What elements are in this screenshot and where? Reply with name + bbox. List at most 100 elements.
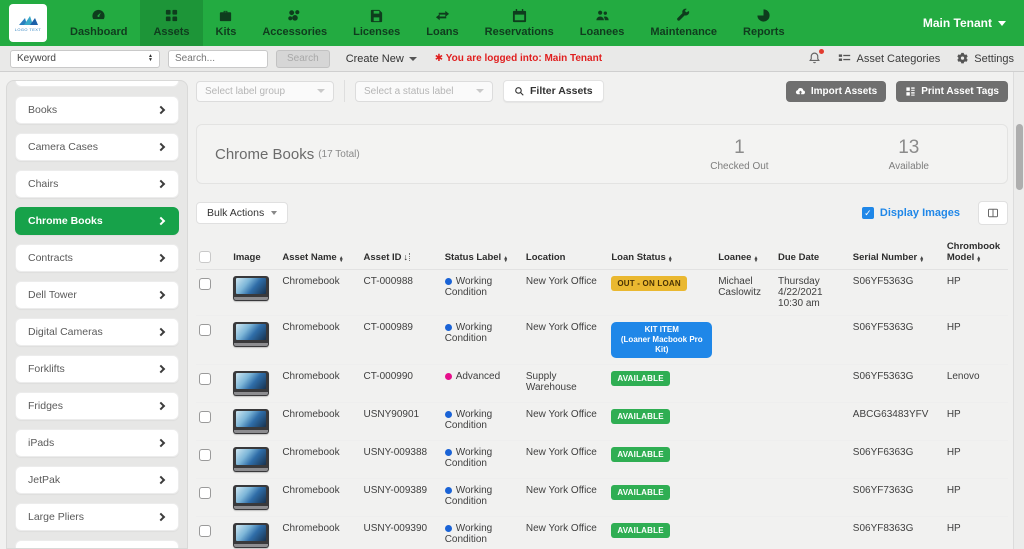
vertical-scrollbar[interactable] bbox=[1013, 72, 1024, 549]
asset-thumbnail[interactable] bbox=[233, 447, 269, 472]
asset-thumbnail[interactable] bbox=[233, 485, 269, 510]
asset-thumbnail[interactable] bbox=[233, 322, 269, 347]
table-row[interactable]: Chromebook CT-000988 Working Condition N… bbox=[196, 270, 1008, 316]
notifications-bell-button[interactable] bbox=[808, 51, 822, 66]
settings-button[interactable]: Settings bbox=[956, 52, 1014, 65]
col-model[interactable]: Chrombook Model▲▼ bbox=[944, 237, 1008, 270]
status-dot bbox=[445, 373, 452, 380]
row-checkbox[interactable] bbox=[199, 278, 211, 290]
loan-status-badge: AVAILABLE bbox=[611, 447, 669, 462]
status-label-select[interactable]: Select a status label bbox=[355, 81, 493, 102]
cell-asset-name[interactable]: Chromebook bbox=[279, 517, 360, 549]
sidebar-item-digital-cameras[interactable]: Digital Cameras bbox=[15, 318, 179, 346]
table-row[interactable]: Chromebook USNY-009390 Working Condition… bbox=[196, 517, 1008, 549]
nav-item-licenses[interactable]: Licenses bbox=[340, 0, 413, 46]
asset-thumbnail[interactable] bbox=[233, 371, 269, 396]
row-checkbox[interactable] bbox=[199, 525, 211, 537]
table-row[interactable]: Chromebook USNY90901 Working Condition N… bbox=[196, 403, 1008, 441]
cell-asset-id: USNY90901 bbox=[361, 403, 442, 441]
col-asset-id[interactable]: Asset ID↓ bbox=[361, 237, 442, 270]
nav-item-maintenance[interactable]: Maintenance bbox=[637, 0, 730, 46]
sidebar-item-fridges[interactable]: Fridges bbox=[15, 392, 179, 420]
cell-asset-name[interactable]: Chromebook bbox=[279, 365, 360, 403]
chevron-right-icon bbox=[157, 439, 165, 447]
col-loanee[interactable]: Loanee▲▼ bbox=[715, 237, 775, 270]
sidebar-item-books[interactable]: Books bbox=[15, 96, 179, 124]
nav-item-dashboard[interactable]: Dashboard bbox=[57, 0, 140, 46]
sidebar-item-chairs[interactable]: Chairs bbox=[15, 170, 179, 198]
cell-model: HP bbox=[944, 403, 1008, 441]
col-status-label[interactable]: Status Label▲▼ bbox=[442, 237, 523, 270]
row-checkbox[interactable] bbox=[199, 373, 211, 385]
cell-status: Working Condition bbox=[442, 270, 523, 316]
column-settings-button[interactable] bbox=[978, 201, 1008, 225]
sidebar-item-chrome-books[interactable]: Chrome Books bbox=[15, 207, 179, 235]
create-new-dropdown[interactable]: Create New bbox=[346, 53, 417, 65]
display-images-label: Display Images bbox=[880, 207, 960, 219]
maintenance-icon bbox=[676, 8, 691, 23]
asset-categories-button[interactable]: Asset Categories bbox=[838, 52, 940, 65]
cell-asset-name[interactable]: Chromebook bbox=[279, 403, 360, 441]
nav-item-loans[interactable]: Loans bbox=[413, 0, 471, 46]
table-header-row: Image Asset Name▲▼ Asset ID↓ Status Labe… bbox=[196, 237, 1008, 270]
sidebar-item-large-pliers[interactable]: Large Pliers bbox=[15, 503, 179, 531]
checkbox-checked-icon[interactable]: ✓ bbox=[862, 207, 874, 219]
row-checkbox[interactable] bbox=[199, 449, 211, 461]
filter-assets-button[interactable]: Filter Assets bbox=[503, 80, 604, 102]
cell-location: New York Office bbox=[523, 517, 608, 549]
table-row[interactable]: Chromebook CT-000990 Advanced Supply War… bbox=[196, 365, 1008, 403]
bulk-actions-button[interactable]: Bulk Actions bbox=[196, 202, 288, 224]
row-checkbox[interactable] bbox=[199, 324, 211, 336]
col-loan-status[interactable]: Loan Status▲▼ bbox=[608, 237, 715, 270]
logged-in-banner: ✱ You are logged into: Main Tenant bbox=[435, 53, 602, 64]
row-checkbox[interactable] bbox=[199, 487, 211, 499]
sort-icon: ▲▼ bbox=[668, 257, 673, 263]
nav-item-reports[interactable]: Reports bbox=[730, 0, 798, 46]
label-group-select[interactable]: Select label group bbox=[196, 81, 334, 102]
nav-item-accessories[interactable]: Accessories bbox=[249, 0, 340, 46]
sidebar-item-ipads[interactable]: iPads bbox=[15, 429, 179, 457]
table-row[interactable]: Chromebook CT-000989 Working Condition N… bbox=[196, 316, 1008, 365]
search-button[interactable]: Search bbox=[276, 50, 330, 68]
display-images-toggle[interactable]: ✓ Display Images bbox=[862, 207, 960, 219]
cell-asset-name[interactable]: Chromebook bbox=[279, 479, 360, 517]
asset-thumbnail[interactable] bbox=[233, 276, 269, 301]
cell-location: Supply Warehouse bbox=[523, 365, 608, 403]
print-asset-tags-button[interactable]: Print Asset Tags bbox=[896, 81, 1008, 102]
scrollbar-thumb[interactable] bbox=[1016, 124, 1023, 190]
col-asset-name[interactable]: Asset Name▲▼ bbox=[279, 237, 360, 270]
sidebar-item-jetpak[interactable]: JetPak bbox=[15, 466, 179, 494]
sidebar-item-contracts[interactable]: Contracts bbox=[15, 244, 179, 272]
app-logo[interactable]: LOGO TEXT bbox=[9, 4, 47, 42]
nav-item-kits[interactable]: Kits bbox=[203, 0, 250, 46]
cell-asset-name[interactable]: Chromebook bbox=[279, 316, 360, 365]
asset-thumbnail[interactable] bbox=[233, 409, 269, 434]
cell-asset-name[interactable]: Chromebook bbox=[279, 441, 360, 479]
sidebar-item-camera-cases[interactable]: Camera Cases bbox=[15, 133, 179, 161]
nav-item-assets[interactable]: Assets bbox=[140, 0, 202, 46]
chevron-down-icon bbox=[409, 57, 417, 61]
nav-item-loanees[interactable]: Loanees bbox=[567, 0, 638, 46]
sidebar-item-dell-tower[interactable]: Dell Tower bbox=[15, 281, 179, 309]
nav-item-reservations[interactable]: Reservations bbox=[472, 0, 567, 46]
select-all-checkbox[interactable] bbox=[199, 251, 211, 263]
cell-model: Lenovo bbox=[944, 365, 1008, 403]
keyword-select[interactable]: Keyword ▲▼ bbox=[10, 50, 160, 68]
tenant-selector[interactable]: Main Tenant bbox=[923, 0, 1024, 46]
chevron-right-icon bbox=[157, 254, 165, 262]
table-row[interactable]: Chromebook USNY-009388 Working Condition… bbox=[196, 441, 1008, 479]
sidebar-item-forklifts[interactable]: Forklifts bbox=[15, 355, 179, 383]
status-dot bbox=[445, 487, 452, 494]
chevron-right-icon bbox=[157, 143, 165, 151]
sidebar-item-partial-bottom[interactable] bbox=[15, 540, 179, 549]
table-row[interactable]: Chromebook USNY-009389 Working Condition… bbox=[196, 479, 1008, 517]
import-assets-button[interactable]: Import Assets bbox=[786, 81, 886, 102]
asset-thumbnail[interactable] bbox=[233, 523, 269, 548]
col-serial-number[interactable]: Serial Number▲▼ bbox=[850, 237, 944, 270]
search-input[interactable] bbox=[168, 50, 268, 68]
cell-asset-name[interactable]: Chromebook bbox=[279, 270, 360, 316]
cell-loanee bbox=[715, 441, 775, 479]
reports-icon bbox=[756, 8, 771, 23]
row-checkbox[interactable] bbox=[199, 411, 211, 423]
sidebar-item-partial-top[interactable] bbox=[15, 81, 179, 87]
